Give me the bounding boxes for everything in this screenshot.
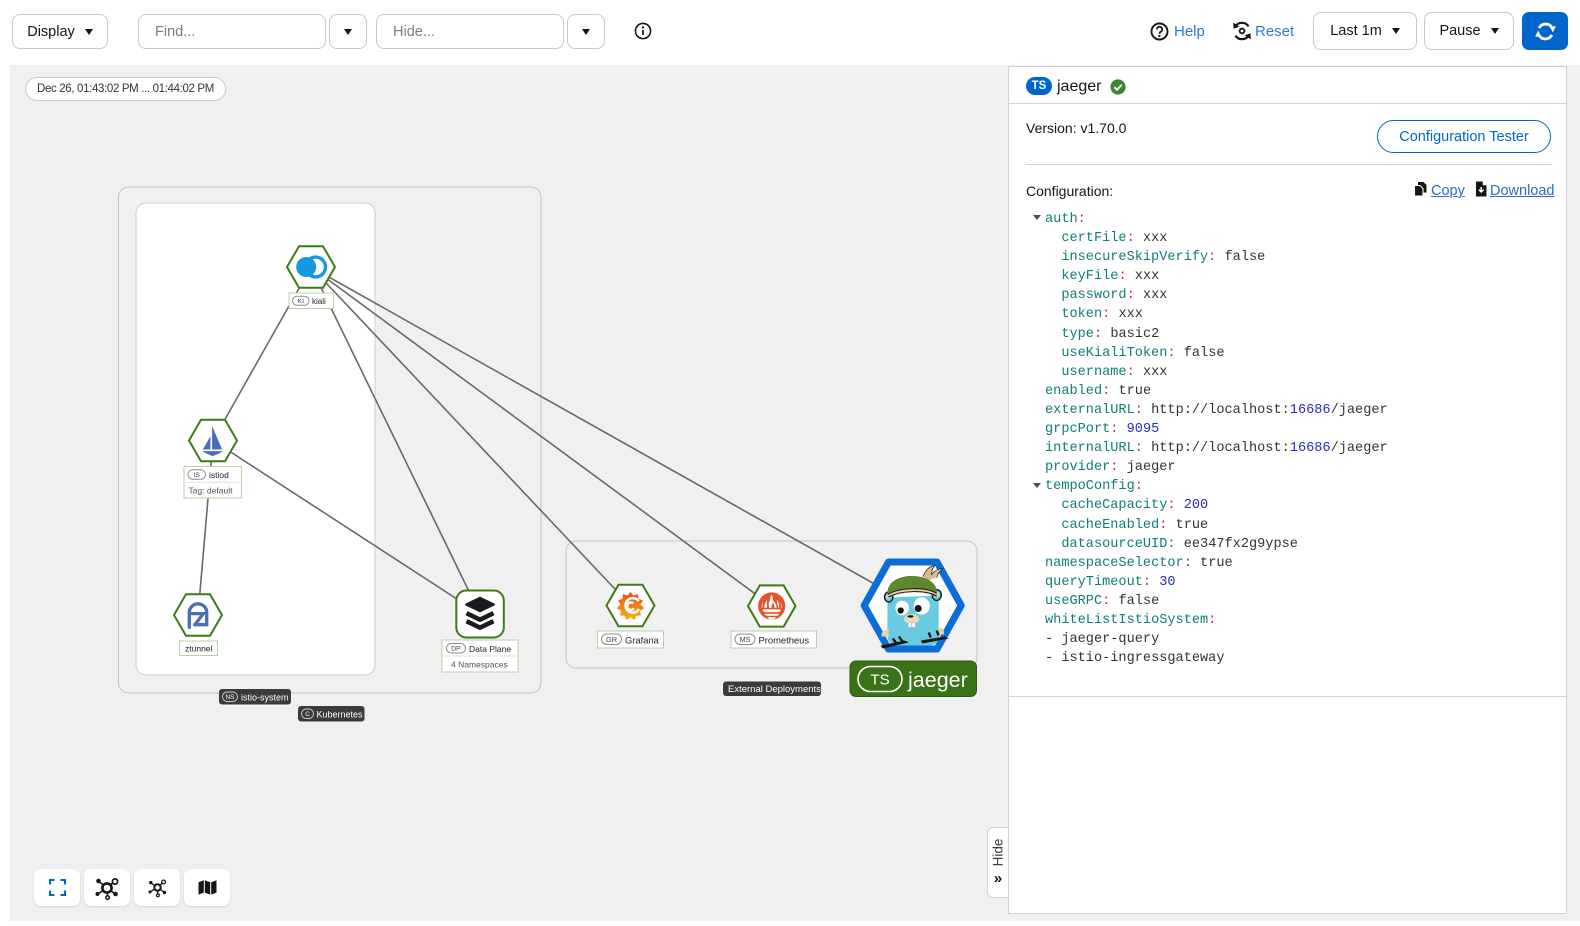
svg-text:GR: GR (606, 635, 617, 644)
svg-text:ztunnel: ztunnel (185, 643, 213, 653)
svg-text:TS: TS (870, 672, 889, 689)
svg-text:IS: IS (194, 472, 201, 479)
svg-text:Grafana: Grafana (625, 634, 660, 645)
svg-text:C: C (305, 711, 310, 718)
svg-text:MS: MS (739, 635, 750, 644)
svg-text:KI: KI (298, 298, 305, 305)
svg-text:kiali: kiali (312, 297, 326, 306)
svg-text:istio-system: istio-system (241, 692, 289, 702)
svg-text:Prometheus: Prometheus (759, 634, 810, 645)
svg-text:Kubernetes: Kubernetes (317, 709, 364, 719)
svg-text:Data Plane: Data Plane (469, 644, 511, 654)
svg-text:Tag: default: Tag: default (189, 486, 234, 496)
svg-text:istiod: istiod (209, 470, 229, 480)
svg-text:jaeger: jaeger (907, 668, 968, 692)
svg-text:DP: DP (451, 646, 461, 653)
svg-text:4 Namespaces: 4 Namespaces (451, 660, 508, 670)
svg-text:NS: NS (226, 694, 235, 701)
svg-text:External Deployments: External Deployments (728, 684, 821, 695)
